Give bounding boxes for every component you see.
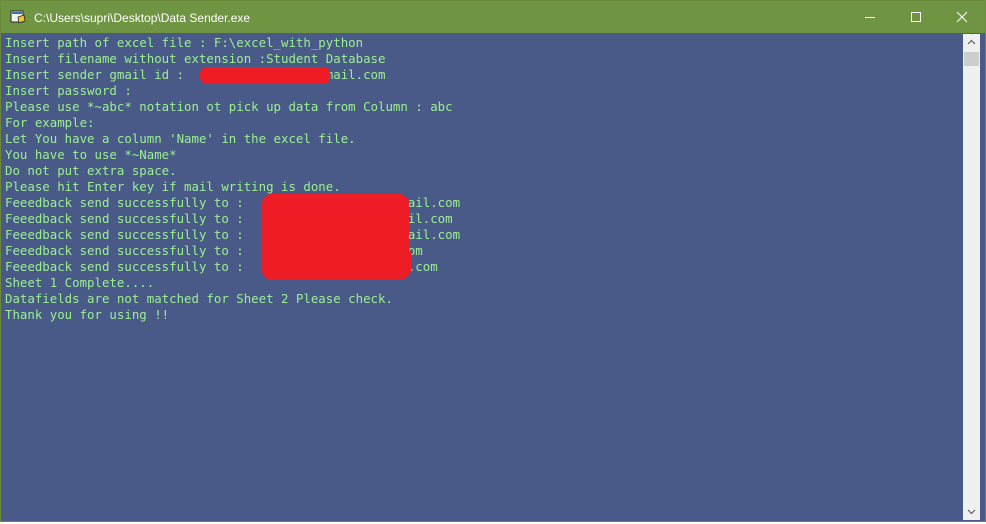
minimize-button[interactable] <box>847 1 893 33</box>
console-line: Please hit Enter key if mail writing is … <box>5 179 341 194</box>
console-line: Let You have a column 'Name' in the exce… <box>5 131 356 146</box>
chevron-up-icon <box>967 39 976 45</box>
console-line: Insert filename without extension :Stude… <box>5 51 386 66</box>
chevron-down-icon <box>967 509 976 515</box>
console-line: Thank you for using !! <box>5 307 170 322</box>
console-line: Datafields are not matched for Sheet 2 P… <box>5 291 393 306</box>
scroll-down-button[interactable] <box>963 503 980 520</box>
console-line: For example: <box>5 115 95 130</box>
console-line: Insert password : <box>5 83 132 98</box>
title-bar[interactable]: C:\Users\supri\Desktop\Data Sender.exe <box>1 1 985 33</box>
minimize-icon <box>865 17 875 18</box>
console-output[interactable]: Insert path of excel file : F:\excel_wit… <box>3 34 963 520</box>
redaction-mark <box>200 67 330 84</box>
scroll-up-button[interactable] <box>963 34 980 51</box>
console-window: C:\Users\supri\Desktop\Data Sender.exe I… <box>0 0 986 522</box>
window-title: C:\Users\supri\Desktop\Data Sender.exe <box>34 11 251 25</box>
console-line: Insert path of excel file : F:\excel_wit… <box>5 35 364 50</box>
redaction-mark <box>262 244 412 280</box>
close-icon <box>956 11 968 23</box>
maximize-icon <box>911 12 921 22</box>
console-line: Do not put extra space. <box>5 163 177 178</box>
console-line: Sheet 1 Complete.... <box>5 275 155 290</box>
close-button[interactable] <box>939 1 985 33</box>
console-line: You have to use *~Name* <box>5 147 177 162</box>
scroll-thumb[interactable] <box>964 52 979 66</box>
vertical-scrollbar[interactable] <box>963 34 980 520</box>
maximize-button[interactable] <box>893 1 939 33</box>
console-line: Please use *~abc* notation ot pick up da… <box>5 99 453 114</box>
app-icon <box>10 9 26 25</box>
